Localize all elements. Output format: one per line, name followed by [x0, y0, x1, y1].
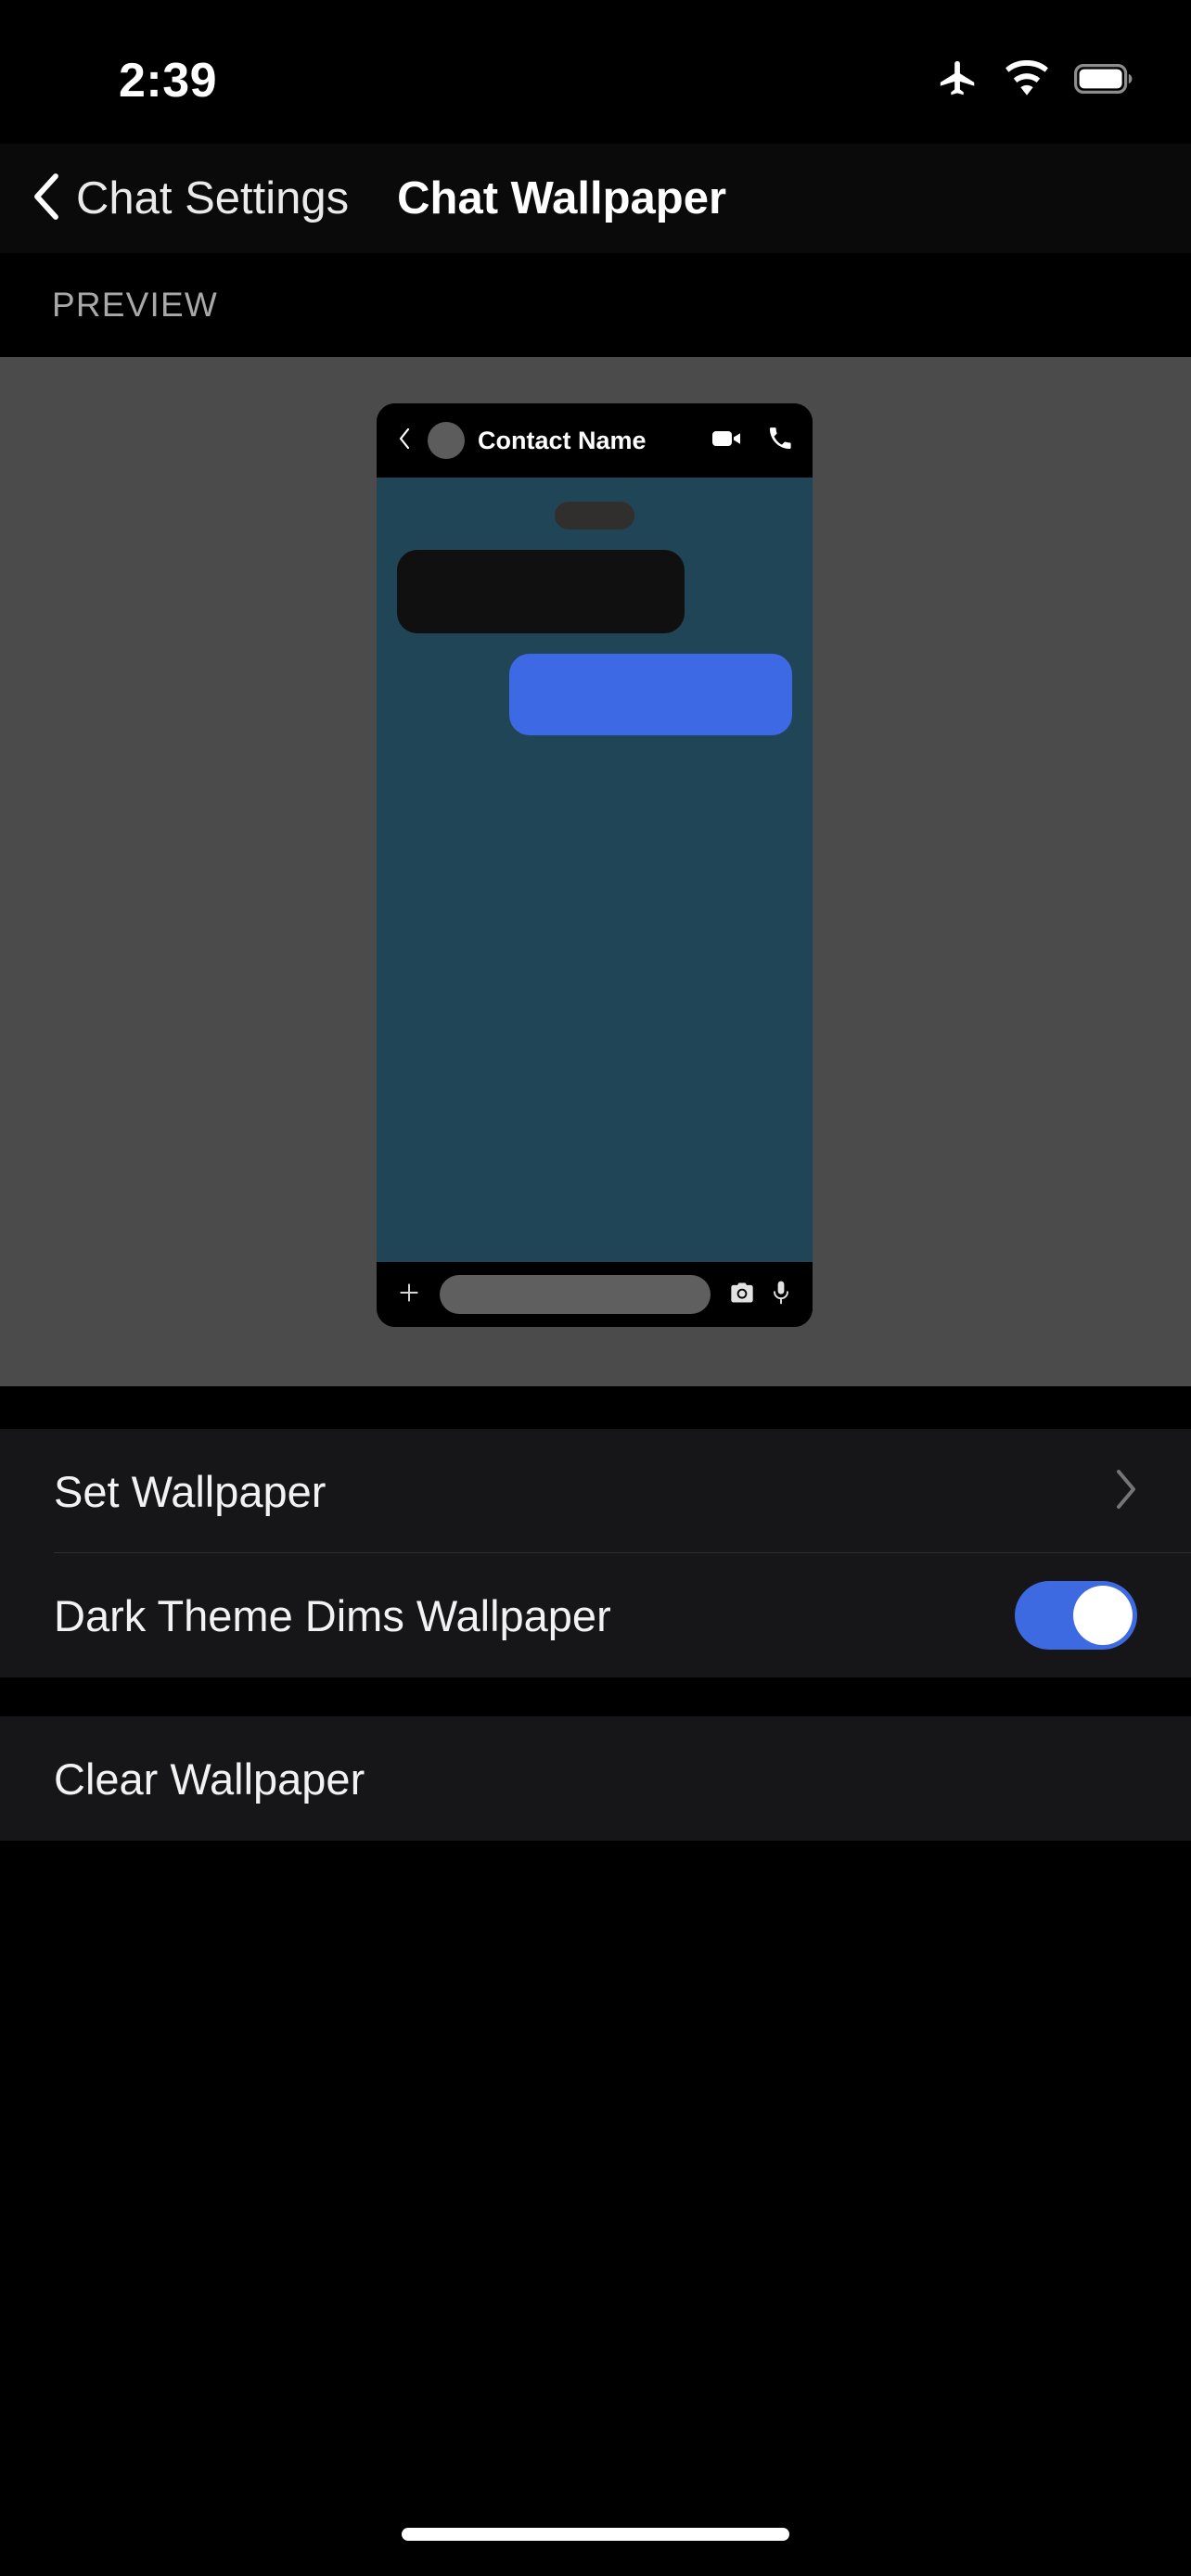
contact-avatar: [428, 422, 465, 459]
row-label: Clear Wallpaper: [54, 1753, 365, 1804]
page-title: Chat Wallpaper: [397, 173, 727, 223]
preview-section-label: PREVIEW: [52, 286, 219, 324]
mock-outgoing-bubble: [509, 654, 792, 735]
mock-contact-name: Contact Name: [478, 426, 647, 454]
wifi-icon: [1004, 59, 1050, 102]
navigation-bar: Chat Settings Chat Wallpaper: [0, 144, 1191, 253]
mock-incoming-bubble: [397, 550, 685, 633]
wallpaper-preview-stage: Contact Name: [0, 357, 1191, 1386]
section-gap-two: [0, 1677, 1191, 1716]
status-icons: [937, 57, 1133, 105]
row-set-wallpaper[interactable]: Set Wallpaper: [0, 1429, 1191, 1553]
phone-mockup: Contact Name: [377, 403, 813, 1327]
phone-icon: [768, 427, 792, 455]
back-button[interactable]: Chat Settings: [32, 171, 349, 227]
preview-section-header: PREVIEW: [0, 253, 1191, 357]
phone-screen: 2:39 Chat Settings Chat Wallpaper PREVIE…: [0, 0, 1191, 2576]
section-gap: [0, 1386, 1191, 1429]
mock-wallpaper-area: [377, 478, 813, 1262]
row-label: Set Wallpaper: [54, 1466, 327, 1516]
airplane-mode-icon: [937, 57, 980, 105]
settings-group-one: Set Wallpaper Dark Theme Dims Wallpaper: [0, 1429, 1191, 1677]
battery-full-icon: [1074, 64, 1133, 98]
toggle-knob: [1073, 1586, 1133, 1645]
status-bar: 2:39: [0, 0, 1191, 144]
video-camera-icon: [712, 427, 742, 454]
back-button-label: Chat Settings: [76, 173, 350, 223]
chevron-left-icon: [32, 171, 63, 227]
dark-theme-dims-wallpaper-toggle[interactable]: [1015, 1581, 1137, 1650]
row-dark-theme-dims-wallpaper[interactable]: Dark Theme Dims Wallpaper: [0, 1553, 1191, 1677]
mock-date-pill: [555, 502, 634, 529]
home-indicator-bar[interactable]: [402, 2528, 789, 2541]
plus-icon: [397, 1281, 421, 1309]
status-time: 2:39: [119, 53, 218, 108]
mock-input-bar: [377, 1262, 813, 1327]
row-label: Dark Theme Dims Wallpaper: [54, 1590, 611, 1640]
mock-header-actions: [712, 427, 792, 455]
chevron-right-icon: [1113, 1468, 1137, 1515]
mock-chat-header: Contact Name: [377, 403, 813, 478]
row-clear-wallpaper[interactable]: Clear Wallpaper: [0, 1716, 1191, 1841]
chevron-left-icon: [397, 426, 413, 456]
mock-message-field: [440, 1275, 711, 1314]
microphone-icon: [770, 1280, 792, 1310]
camera-icon: [729, 1280, 755, 1310]
settings-group-two: Clear Wallpaper: [0, 1716, 1191, 1841]
